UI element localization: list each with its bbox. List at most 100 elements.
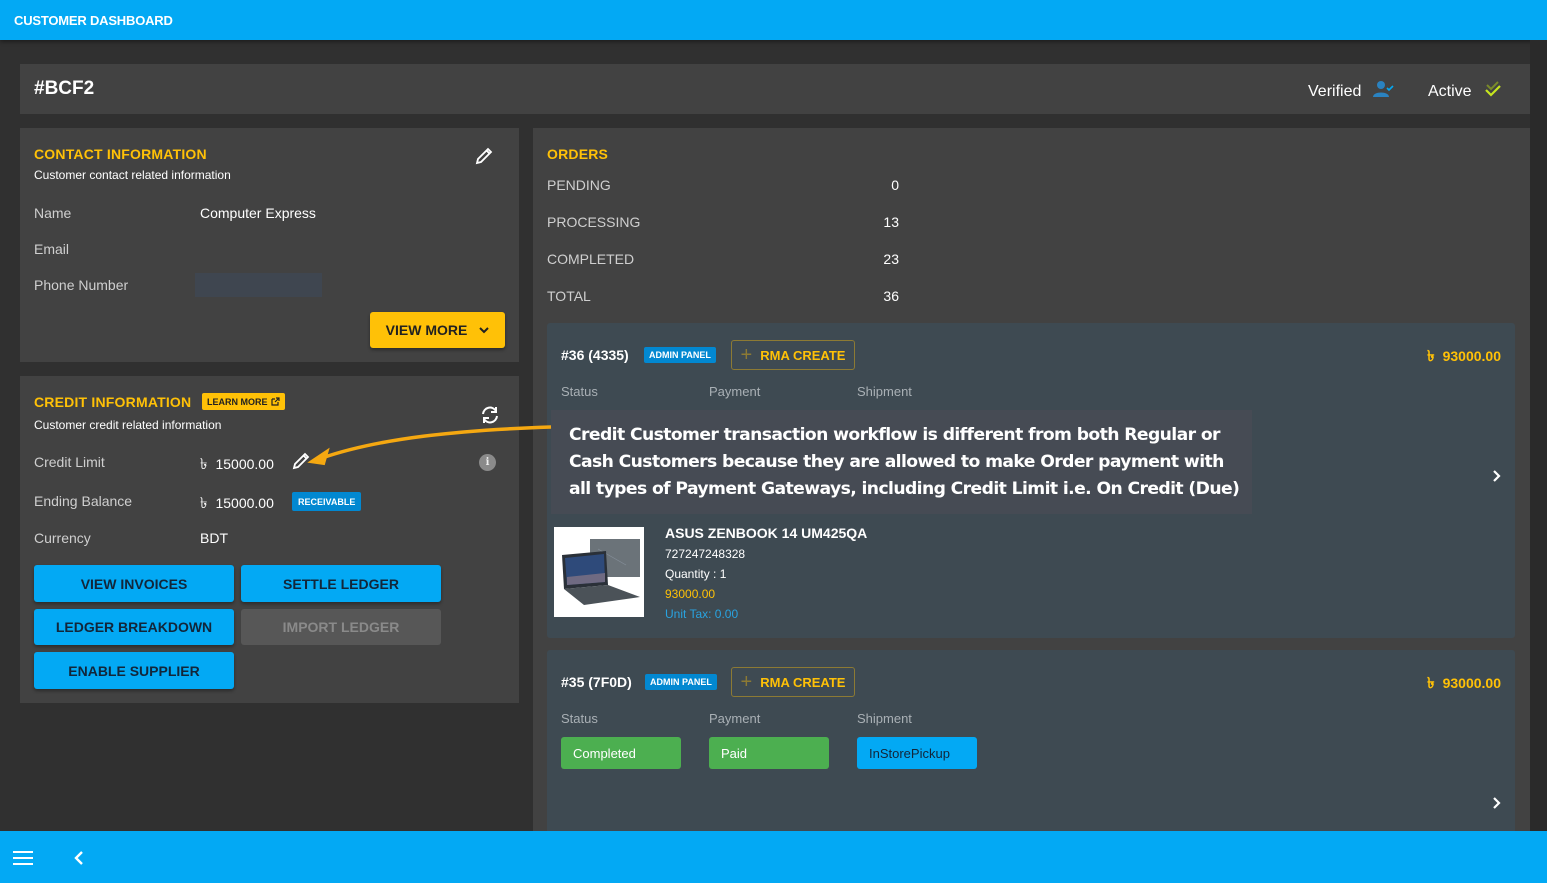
customer-header: #BCF2 Verified Active (20, 64, 1530, 114)
annotation-text: Credit Customer transaction workflow is … (569, 425, 1240, 499)
chevron-right-icon (1493, 470, 1501, 482)
credit-information-panel: CREDIT INFORMATION LEARN MORE Customer c… (20, 376, 519, 703)
email-label: Email (34, 241, 70, 257)
contact-subtitle: Customer contact related information (34, 168, 231, 182)
back-button[interactable] (70, 847, 88, 869)
plus-icon: + (740, 344, 753, 366)
status-column-label: Status (561, 711, 598, 726)
total-count: 36 (883, 288, 899, 304)
status-pill: Completed (561, 737, 681, 769)
edit-credit-limit-button[interactable] (290, 450, 312, 472)
product-price: 93000.00 (665, 587, 716, 601)
order-id: #35 (7F0D) (561, 674, 632, 690)
pending-label: PENDING (547, 177, 611, 193)
credit-subtitle: Customer credit related information (34, 418, 222, 432)
shipment-column-label: Shipment (857, 384, 912, 399)
orders-completed-row: COMPLETED 23 (547, 251, 899, 267)
settle-ledger-button[interactable]: SETTLE LEDGER (241, 565, 441, 602)
phone-label: Phone Number (34, 277, 129, 293)
view-invoices-button[interactable]: VIEW INVOICES (34, 565, 234, 602)
verified-status: Verified (1308, 80, 1395, 103)
source-badge: ADMIN PANEL (645, 674, 717, 690)
ending-balance-label: Ending Balance (34, 493, 133, 509)
plus-icon: + (740, 671, 753, 693)
product-unit-tax: Unit Tax: 0.00 (665, 607, 739, 621)
double-check-icon (1484, 80, 1502, 103)
chevron-left-icon (74, 851, 83, 865)
payment-pill: Paid (709, 737, 829, 769)
pending-count: 0 (891, 177, 899, 193)
rma-create-button[interactable]: + RMA CREATE (731, 667, 855, 697)
info-icon[interactable]: i (479, 454, 496, 471)
credit-limit-amount: 15000.00 (215, 456, 274, 472)
orders-processing-row: PROCESSING 13 (547, 214, 899, 230)
phone-value-redacted (195, 273, 322, 297)
total-label: TOTAL (547, 288, 591, 304)
shipment-pill: InStorePickup (857, 737, 977, 769)
view-more-label: VIEW MORE (385, 322, 468, 338)
chevron-down-icon (479, 327, 490, 334)
order-amount-value: 93000.00 (1442, 348, 1501, 364)
rma-create-button[interactable]: + RMA CREATE (731, 340, 855, 370)
product-quantity: Quantity : 1 (665, 567, 727, 581)
refresh-credit-button[interactable] (478, 403, 502, 427)
verified-label: Verified (1308, 82, 1362, 100)
external-link-icon (270, 397, 280, 406)
currency-label: Currency (34, 530, 91, 546)
contact-information-panel: CONTACT INFORMATION Customer contact rel… (20, 128, 519, 362)
order-amount: ৳ 93000.00 (1427, 345, 1501, 370)
product-image (554, 527, 644, 617)
enable-supplier-button[interactable]: ENABLE SUPPLIER (34, 652, 234, 689)
credit-limit-value: ৳ 15000.00 (200, 453, 274, 478)
refresh-icon (482, 406, 498, 424)
top-app-bar: CUSTOMER DASHBOARD (0, 0, 1547, 40)
credit-title: CREDIT INFORMATION (34, 394, 192, 410)
scrollbar-track[interactable] (1530, 40, 1547, 831)
order-card[interactable]: #35 (7F0D) ADMIN PANEL + RMA CREATE ৳ 930… (547, 650, 1515, 840)
edit-contact-button[interactable] (472, 144, 496, 168)
product-sku: 727247248328 (665, 547, 746, 561)
credit-limit-label: Credit Limit (34, 454, 105, 470)
open-order-button[interactable] (1489, 794, 1505, 812)
annotation-callout: Credit Customer transaction workflow is … (551, 410, 1252, 514)
order-amount: ৳ 93000.00 (1427, 672, 1501, 697)
active-label: Active (1428, 82, 1472, 100)
payment-column-label: Payment (709, 384, 761, 399)
taka-symbol: ৳ (1427, 348, 1435, 365)
active-status: Active (1428, 80, 1502, 103)
currency-value: BDT (200, 530, 228, 546)
processing-label: PROCESSING (547, 214, 641, 230)
hamburger-menu-icon (13, 851, 33, 865)
contact-title: CONTACT INFORMATION (34, 146, 207, 162)
menu-button[interactable] (10, 847, 36, 869)
status-column-label: Status (561, 384, 598, 399)
customer-id: #BCF2 (34, 78, 95, 99)
rma-create-label: RMA CREATE (760, 674, 846, 690)
order-id: #36 (4335) (561, 347, 629, 363)
shipment-column-label: Shipment (857, 711, 912, 726)
import-ledger-button: IMPORT LEDGER (241, 609, 441, 645)
taka-symbol: ৳ (1427, 675, 1435, 692)
ledger-breakdown-button[interactable]: LEDGER BREAKDOWN (34, 609, 234, 645)
orders-total-row: TOTAL 36 (547, 288, 899, 304)
open-order-button[interactable] (1489, 467, 1505, 485)
name-label: Name (34, 205, 72, 221)
learn-more-button[interactable]: LEARN MORE (202, 393, 285, 410)
processing-count: 13 (883, 214, 899, 230)
ending-balance-amount: 15000.00 (215, 495, 274, 511)
taka-symbol: ৳ (200, 456, 208, 473)
pencil-icon (475, 147, 493, 165)
ending-balance-value: ৳ 15000.00 (200, 492, 274, 517)
bottom-nav-bar (0, 831, 1547, 883)
chevron-right-icon (1493, 797, 1501, 809)
orders-title: ORDERS (547, 146, 609, 162)
product-name: ASUS ZENBOOK 14 UM425QA (665, 525, 868, 541)
completed-label: COMPLETED (547, 251, 635, 267)
payment-column-label: Payment (709, 711, 761, 726)
source-badge: ADMIN PANEL (644, 347, 716, 363)
verified-user-icon (1373, 80, 1395, 103)
learn-more-label: LEARN MORE (207, 396, 268, 407)
order-amount-value: 93000.00 (1442, 675, 1501, 691)
view-more-button[interactable]: VIEW MORE (370, 312, 505, 348)
receivable-badge: RECEIVABLE (292, 492, 362, 511)
